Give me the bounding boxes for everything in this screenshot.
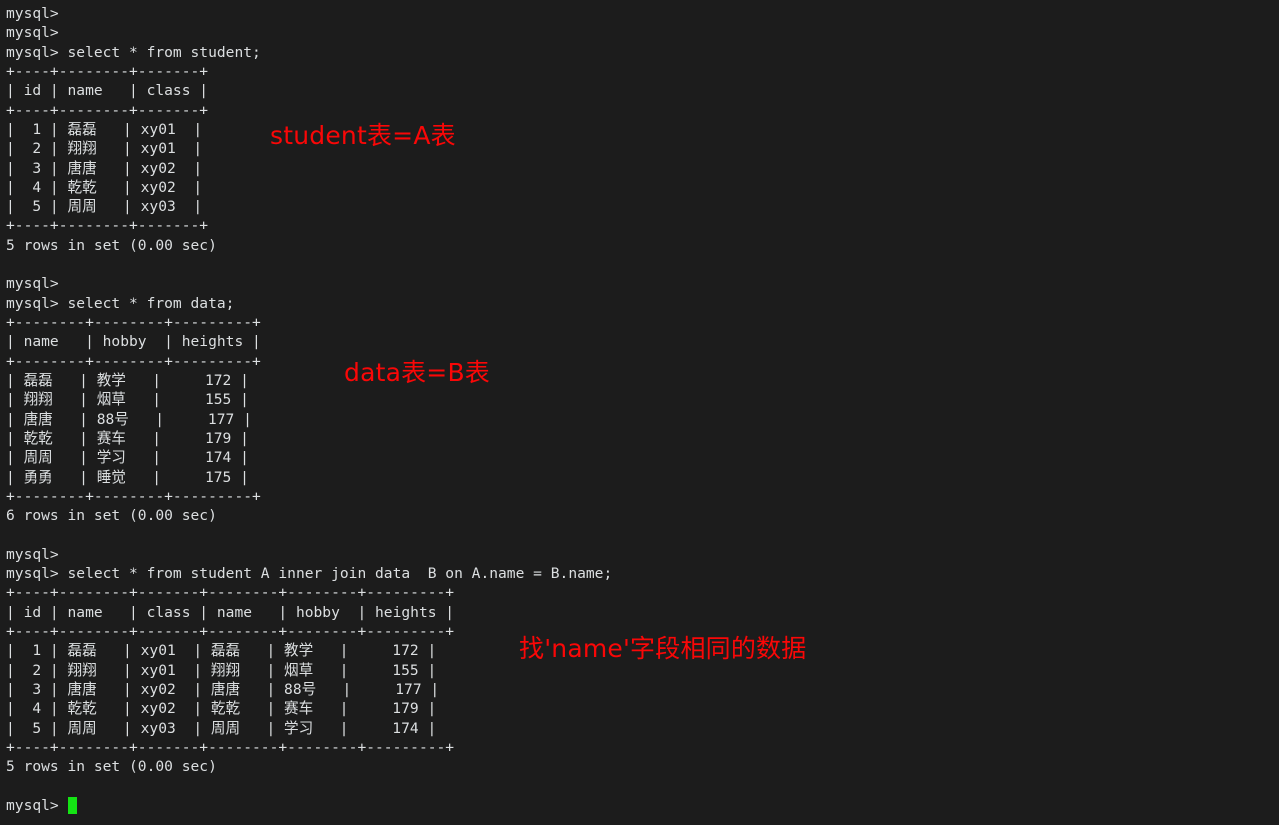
terminal-line: | 翔翔 | 烟草 | 155 |: [6, 391, 249, 409]
terminal-line: | 周周 | 学习 | 174 |: [6, 449, 249, 467]
terminal-line: | 3 | 唐唐 | xy02 |: [6, 159, 203, 177]
terminal-line: +----+--------+-------+--------+--------…: [6, 584, 455, 602]
terminal-line: | 5 | 周周 | xy03 |: [6, 198, 203, 216]
terminal-line: +--------+--------+---------+: [6, 352, 261, 370]
terminal-line: | 唐唐 | 88号 | 177 |: [6, 410, 252, 428]
terminal-line: | 乾乾 | 赛车 | 179 |: [6, 429, 249, 447]
terminal-line: | 4 | 乾乾 | xy02 | 乾乾 | 赛车 | 179 |: [6, 700, 437, 718]
terminal-line: +----+--------+-------+: [6, 62, 209, 80]
terminal-line: mysql> select * from data;: [6, 294, 235, 312]
terminal-line: | 1 | 磊磊 | xy01 |: [6, 120, 203, 138]
terminal-line: mysql>: [6, 545, 59, 563]
terminal-line: | 4 | 乾乾 | xy02 |: [6, 178, 203, 196]
terminal-line: | 2 | 翔翔 | xy01 |: [6, 140, 203, 158]
terminal-line: | id | name | class |: [6, 82, 209, 100]
terminal-line: 6 rows in set (0.00 sec): [6, 507, 217, 525]
terminal-window[interactable]: mysql> mysql> mysql> select * from student…: [0, 0, 1279, 825]
terminal-line: +--------+--------+---------+: [6, 487, 261, 505]
annotation-join-note: 找'name'字段相同的数据: [519, 634, 807, 663]
terminal-line: | id | name | class | name | hobby | hei…: [6, 603, 455, 621]
terminal-line: mysql>: [6, 5, 59, 22]
annotation-data-table: data表=B表: [344, 358, 491, 387]
terminal-line: | 2 | 翔翔 | xy01 | 翔翔 | 烟草 | 155 |: [6, 661, 437, 679]
terminal-line: mysql> select * from student A inner joi…: [6, 565, 613, 583]
terminal-line: | name | hobby | heights |: [6, 333, 261, 351]
annotation-student-table: student表=A表: [270, 121, 456, 150]
terminal-line: 5 rows in set (0.00 sec): [6, 236, 217, 254]
terminal-line: | 5 | 周周 | xy03 | 周周 | 学习 | 174 |: [6, 719, 437, 737]
terminal-line: | 3 | 唐唐 | xy02 | 唐唐 | 88号 | 177 |: [6, 680, 440, 698]
terminal-line: 5 rows in set (0.00 sec): [6, 758, 217, 776]
terminal-line: mysql> select * from student;: [6, 43, 261, 61]
terminal-line: mysql>: [6, 275, 59, 293]
terminal-line: | 勇勇 | 睡觉 | 175 |: [6, 468, 249, 486]
terminal-line: +----+--------+-------+: [6, 101, 209, 119]
terminal-line: +--------+--------+---------+: [6, 314, 261, 331]
text-cursor: [67, 796, 77, 814]
terminal-line: mysql>: [6, 24, 59, 42]
terminal-line: +----+--------+-------+--------+--------…: [6, 738, 455, 756]
terminal-line: +----+--------+-------+: [6, 217, 209, 235]
terminal-line: | 磊磊 | 教学 | 172 |: [6, 371, 249, 389]
terminal-output: mysql> mysql> mysql> select * from student…: [6, 4, 1279, 796]
terminal-prompt-line[interactable]: mysql>: [6, 796, 1279, 815]
prompt-text: mysql>: [6, 796, 68, 814]
